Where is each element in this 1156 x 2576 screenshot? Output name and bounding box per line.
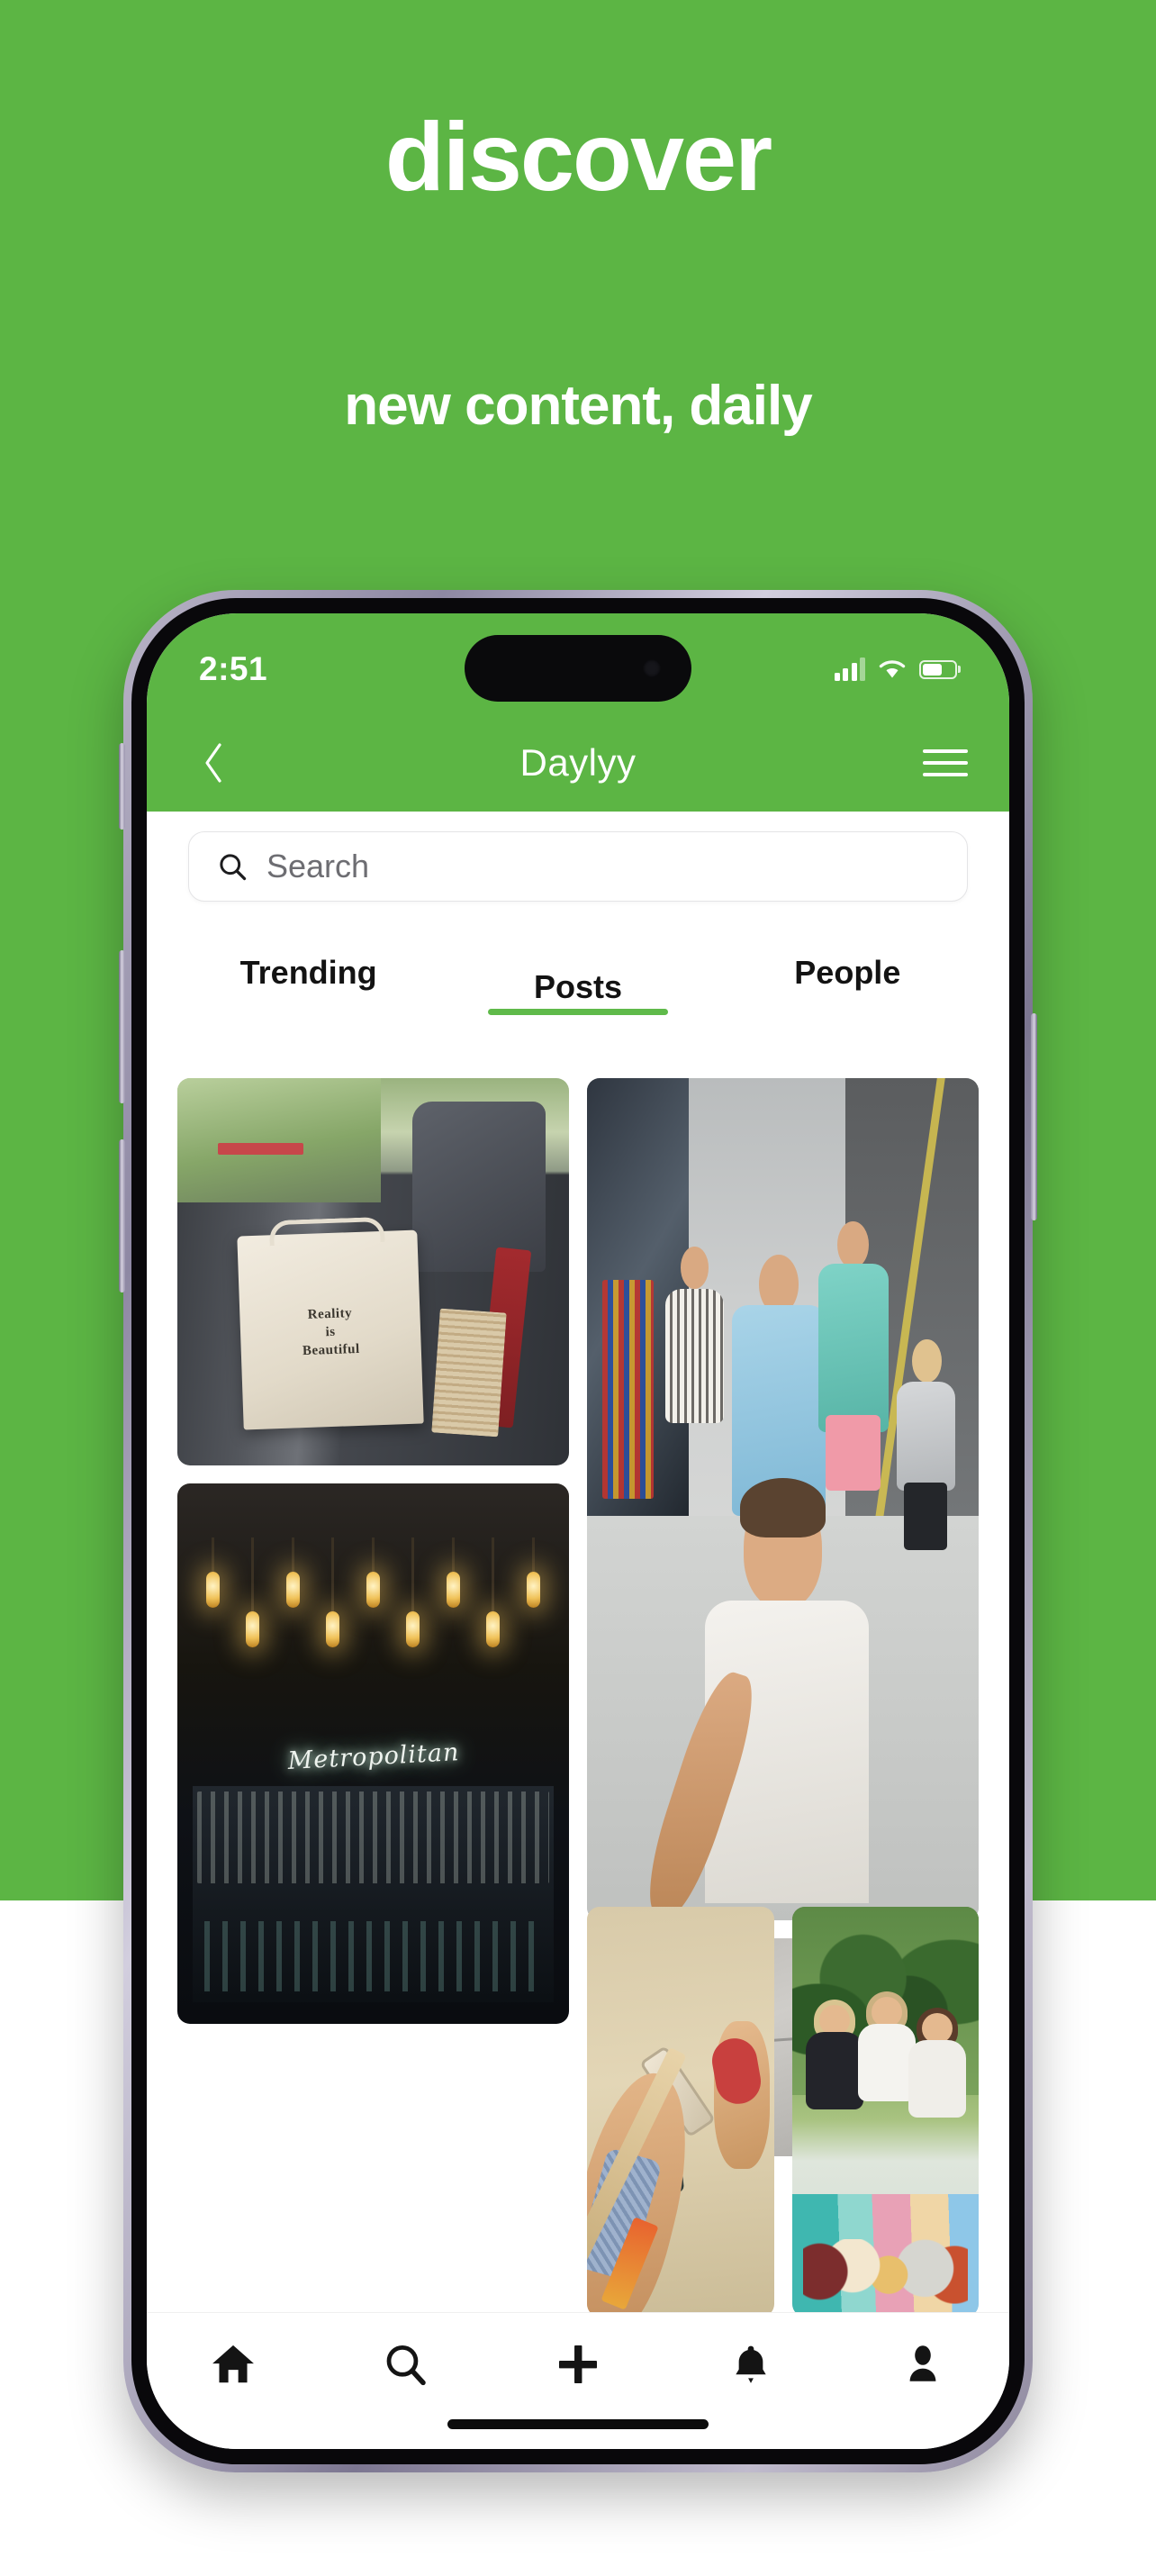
phone-volume-down-button[interactable] xyxy=(119,1139,125,1293)
person-shorts xyxy=(826,1415,881,1492)
battery-icon xyxy=(919,659,957,679)
home-icon xyxy=(212,2345,254,2383)
front-camera-icon xyxy=(643,659,661,677)
car-headrest xyxy=(412,1101,546,1272)
tote-bag-in-car-photo[interactable]: Reality is Beautiful xyxy=(177,1078,569,1465)
back-button[interactable] xyxy=(188,738,239,788)
tab-notifications[interactable] xyxy=(701,2333,800,2396)
person-middle xyxy=(858,1991,917,2202)
search-icon xyxy=(387,2345,427,2386)
person-body xyxy=(665,1288,725,1424)
person-head xyxy=(912,1338,942,1383)
tote-bag: Reality is Beautiful xyxy=(236,1216,424,1430)
street-group-selfie-photo[interactable] xyxy=(587,1078,979,1920)
beach-selfie-photo[interactable] xyxy=(587,1907,774,2317)
selfie-taker-hair xyxy=(739,1478,826,1537)
search-input[interactable]: Search xyxy=(188,831,968,902)
person-right xyxy=(908,2008,967,2201)
signal-bars-icon xyxy=(834,658,865,681)
person-shorts xyxy=(904,1482,948,1550)
photo-grid-bottom-row xyxy=(147,1907,1009,2317)
edison-bulbs xyxy=(201,1537,546,1721)
app-navbar: Daylyy xyxy=(147,714,1009,812)
phone-mockup: 2:51 Daylyy Search Trending Posts People… xyxy=(119,590,1037,2472)
phone-action-button[interactable] xyxy=(119,743,125,830)
search-container: Search xyxy=(147,831,1009,902)
tote-handle xyxy=(268,1216,385,1247)
bell-icon xyxy=(735,2345,766,2383)
tab-home[interactable] xyxy=(184,2333,283,2396)
tote-caption-line-1: Reality xyxy=(307,1306,352,1322)
tote-caption-line-3: Beautiful xyxy=(302,1341,360,1359)
phone-power-button[interactable] xyxy=(1031,1013,1037,1220)
tab-posts[interactable]: Posts xyxy=(443,954,712,1015)
merchandise-rack xyxy=(602,1280,654,1500)
top xyxy=(908,2040,967,2118)
face xyxy=(922,2013,953,2045)
status-time: 2:51 xyxy=(199,650,268,687)
person-body xyxy=(817,1263,889,1432)
page-title: discover xyxy=(384,102,772,211)
car-window xyxy=(177,1078,382,1202)
top xyxy=(806,2032,864,2110)
person-head xyxy=(681,1247,709,1289)
dynamic-island xyxy=(465,635,691,702)
face xyxy=(819,2005,851,2036)
hamburger-menu-icon[interactable] xyxy=(917,738,968,788)
picnic-food xyxy=(802,2238,968,2305)
person-icon xyxy=(909,2345,936,2381)
tab-create[interactable] xyxy=(528,2333,628,2396)
plaid-bag xyxy=(431,1308,507,1438)
app-title: Daylyy xyxy=(519,741,637,784)
content-tabs: Trending Posts People xyxy=(147,954,1009,1015)
top xyxy=(858,2024,917,2102)
plus-icon xyxy=(558,2345,597,2383)
tab-profile[interactable] xyxy=(873,2333,972,2396)
phone-volume-up-button[interactable] xyxy=(119,950,125,1103)
tab-trending[interactable]: Trending xyxy=(174,954,443,1015)
tab-search[interactable] xyxy=(356,2333,455,2396)
search-placeholder: Search xyxy=(266,848,370,884)
chevron-left-icon xyxy=(205,743,221,783)
phone-screen: 2:51 Daylyy Search Trending Posts People… xyxy=(147,613,1009,2449)
home-indicator xyxy=(447,2419,709,2429)
face xyxy=(872,1997,903,2028)
tab-people[interactable]: People xyxy=(713,954,982,1015)
tote-caption-line-2: is xyxy=(324,1324,336,1340)
neon-sign-text: Metropolitan xyxy=(286,1738,460,1775)
wifi-icon xyxy=(879,659,906,677)
picnic-friends-photo[interactable] xyxy=(791,1907,979,2317)
page-subtitle: new content, daily xyxy=(344,375,812,437)
person-body xyxy=(896,1381,955,1492)
search-icon xyxy=(220,854,247,881)
bottle-row-upper xyxy=(196,1791,550,1883)
person-left xyxy=(806,2000,864,2201)
